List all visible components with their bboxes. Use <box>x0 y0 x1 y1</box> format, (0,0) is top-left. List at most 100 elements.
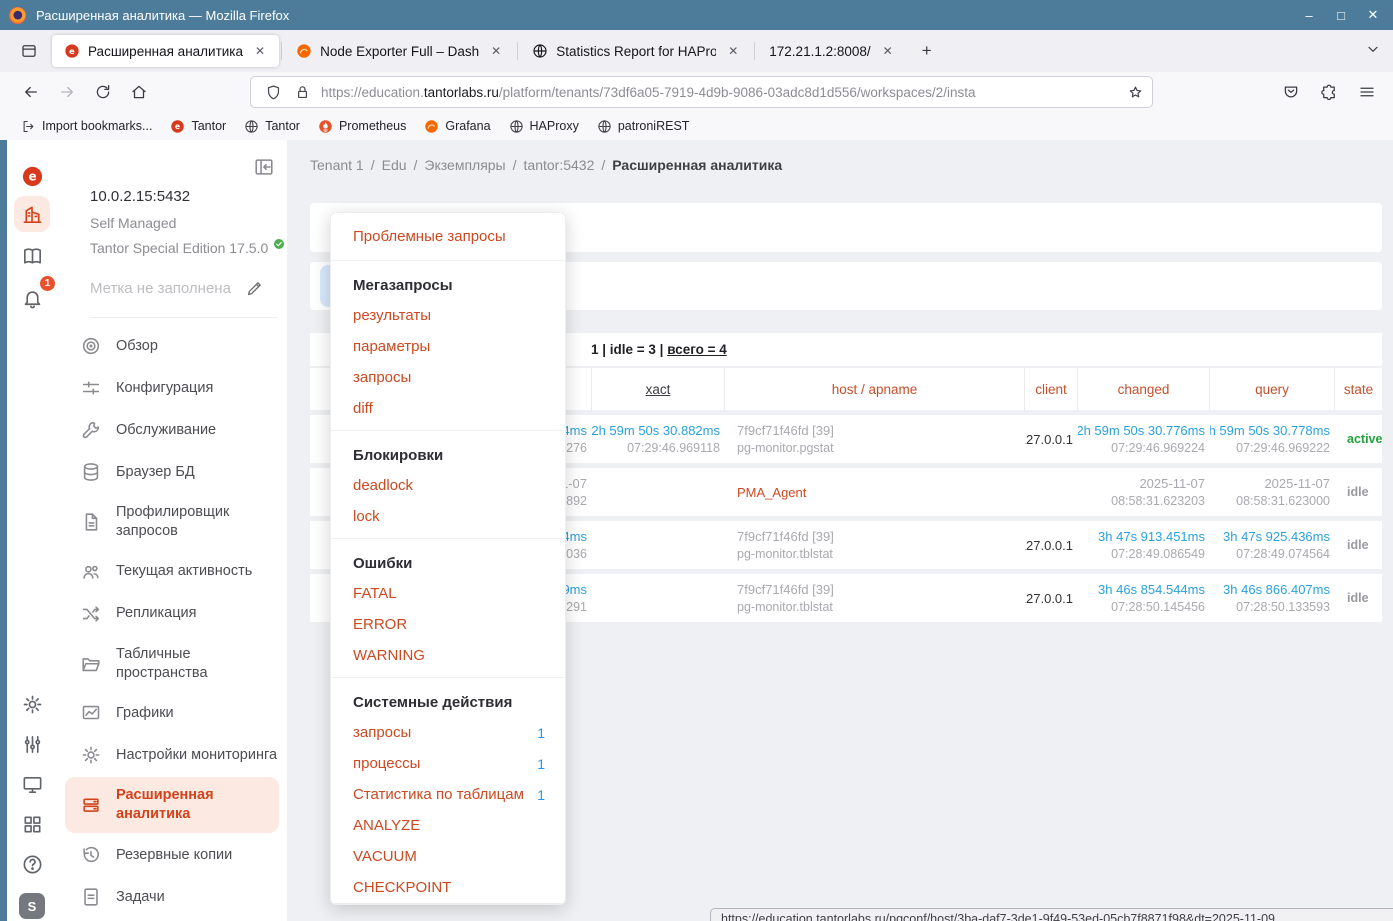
menu-item[interactable]: WARNING <box>331 640 565 671</box>
sidebar-item[interactable]: Профилировщик запросов <box>57 494 287 550</box>
new-tab-button[interactable]: + <box>913 37 941 65</box>
column-header-changed[interactable]: changed <box>1078 368 1210 410</box>
breadcrumb-link[interactable]: Tenant 1 <box>310 157 364 173</box>
rail-item-workstation[interactable] <box>14 766 50 802</box>
sidebar-item[interactable]: Настройки мониторинга <box>57 735 287 775</box>
extensions-icon[interactable] <box>1317 77 1341 107</box>
menu-item[interactable]: FATAL <box>331 578 565 609</box>
menu-item[interactable]: Проблемные запросы <box>331 221 565 252</box>
column-header-host[interactable]: host / apname <box>725 368 1025 410</box>
menu-item[interactable]: VACUUM <box>331 841 565 872</box>
grafana-icon <box>424 119 439 134</box>
sidebar-item[interactable]: Резервные копии <box>57 835 287 875</box>
tab-close-icon[interactable]: ✕ <box>724 42 742 60</box>
rail-item-settings[interactable] <box>14 686 50 722</box>
forward-button[interactable] <box>52 77 82 107</box>
lock-icon[interactable] <box>294 84 311 101</box>
menu-item[interactable]: результаты <box>331 300 565 331</box>
cell-line1: 3h 47s 925.436ms <box>1223 529 1330 544</box>
breadcrumb-link[interactable]: tantor:5432 <box>524 157 595 173</box>
tab-close-icon[interactable]: ✕ <box>251 42 269 60</box>
close-button[interactable]: ✕ <box>1361 4 1385 26</box>
maximize-button[interactable]: □ <box>1329 4 1353 26</box>
column-header-state[interactable]: state <box>1335 368 1382 410</box>
reload-button[interactable] <box>88 77 118 107</box>
menu-item-label: CHECKPOINT <box>353 879 451 896</box>
rail-item-tantor-home[interactable]: e <box>14 158 50 194</box>
browser-tab[interactable]: 172.21.1.2:8008/✕ <box>757 35 906 67</box>
firefox-view-button[interactable] <box>14 36 44 66</box>
sidebar-item[interactable]: Обслуживание <box>57 410 287 450</box>
sidebar-item[interactable]: Репликация <box>57 594 287 634</box>
pocket-icon[interactable] <box>1279 77 1303 107</box>
bookmark-item[interactable]: Prometheus <box>311 116 413 137</box>
grafana-icon <box>296 43 312 59</box>
sidebar-item[interactable]: Расширенная аналитика <box>65 777 279 833</box>
menu-item[interactable]: процессы1 <box>331 748 565 779</box>
bookmark-item[interactable]: Import bookmarks... <box>14 116 159 137</box>
menu-item[interactable]: diff <box>331 393 565 424</box>
instance-label-row: Метка не заполнена <box>90 279 264 298</box>
browser-tab[interactable]: eРасширенная аналитика✕ <box>52 35 279 67</box>
menu-item-label: FATAL <box>353 585 397 602</box>
menu-item[interactable]: CHECKPOINT <box>331 872 565 903</box>
cell-host: 7f9cf71f46fd [39]pg-monitor.pgstat <box>725 415 1025 463</box>
sidebar-item[interactable]: Обзор <box>57 326 287 366</box>
home-button[interactable] <box>124 77 154 107</box>
rail-item-help[interactable] <box>14 846 50 882</box>
cell-line2: 07:29:46.969118 <box>627 441 720 455</box>
bookmark-star-icon[interactable] <box>1127 84 1144 101</box>
sidebar-item[interactable]: Табличные пространства <box>57 636 287 692</box>
bookmark-item[interactable]: patroniREST <box>590 116 697 137</box>
breadcrumb-separator: / <box>513 157 517 173</box>
browser-tab[interactable]: Statistics Report for HAPro✕ <box>520 35 752 67</box>
tab-close-icon[interactable]: ✕ <box>879 42 897 60</box>
menu-item[interactable]: параметры <box>331 331 565 362</box>
back-button[interactable] <box>16 77 46 107</box>
menu-item-label: ANALYZE <box>353 817 420 834</box>
rail-item-instances[interactable] <box>14 196 50 232</box>
shield-icon[interactable] <box>265 84 282 101</box>
sidebar-item[interactable]: Конфигурация <box>57 368 287 408</box>
menu-item[interactable]: Статистика по таблицам1 <box>331 779 565 810</box>
column-header-xact[interactable]: xact <box>592 368 725 410</box>
bookmarks-bar: Import bookmarks...eTantorTantorPromethe… <box>0 112 1393 141</box>
bookmark-item[interactable]: Grafana <box>417 116 497 137</box>
menu-section: Блокировкиdeadlocklock <box>331 430 565 538</box>
edit-pencil-icon[interactable] <box>245 279 264 298</box>
summary-total-link[interactable]: всего = 4 <box>667 342 727 357</box>
menu-hamburger-icon[interactable] <box>1355 77 1379 107</box>
breadcrumb-link[interactable]: Edu <box>382 157 407 173</box>
breadcrumb-link[interactable]: Экземпляры <box>424 157 505 173</box>
column-header-client[interactable]: client <box>1025 368 1078 410</box>
sidebar-item[interactable]: Браузер БД <box>57 452 287 492</box>
menu-item[interactable]: deadlock <box>331 470 565 501</box>
sidebar-item-label: Графики <box>116 704 174 723</box>
rail-item-account[interactable]: S <box>14 888 50 921</box>
bookmark-item[interactable]: HAProxy <box>502 116 586 137</box>
rail-item-notifications[interactable]: 1 <box>14 280 50 316</box>
menu-item[interactable]: запросы <box>331 362 565 393</box>
tab-close-icon[interactable]: ✕ <box>487 42 505 60</box>
url-bar[interactable]: https://education.tantorlabs.ru/platform… <box>250 76 1153 108</box>
bookmark-item[interactable]: Tantor <box>237 116 307 137</box>
browser-tab[interactable]: Node Exporter Full – Dash✕ <box>284 35 515 67</box>
rail-item-preferences[interactable] <box>14 726 50 762</box>
menu-item[interactable]: PG config1 <box>331 903 565 905</box>
menu-item[interactable]: ERROR <box>331 609 565 640</box>
sidebar-item[interactable]: Графики <box>57 693 287 733</box>
sidebar-item[interactable]: Текущая активность <box>57 552 287 592</box>
list-all-tabs-button[interactable] <box>1365 41 1381 62</box>
menu-item[interactable]: lock <box>331 501 565 532</box>
menu-item[interactable]: ANALYZE <box>331 810 565 841</box>
rail-item-apps[interactable] <box>14 806 50 842</box>
menu-item[interactable]: запросы1 <box>331 717 565 748</box>
sidebar-collapse-button[interactable] <box>253 156 275 178</box>
minimize-button[interactable]: – <box>1297 4 1321 26</box>
tantor-logo-icon: e <box>64 43 80 59</box>
rail-item-docs[interactable] <box>14 238 50 274</box>
bookmark-label: Grafana <box>445 119 490 133</box>
sidebar-item[interactable]: Задачи <box>57 877 287 917</box>
bookmark-item[interactable]: eTantor <box>163 116 233 137</box>
column-header-query[interactable]: query <box>1210 368 1335 410</box>
